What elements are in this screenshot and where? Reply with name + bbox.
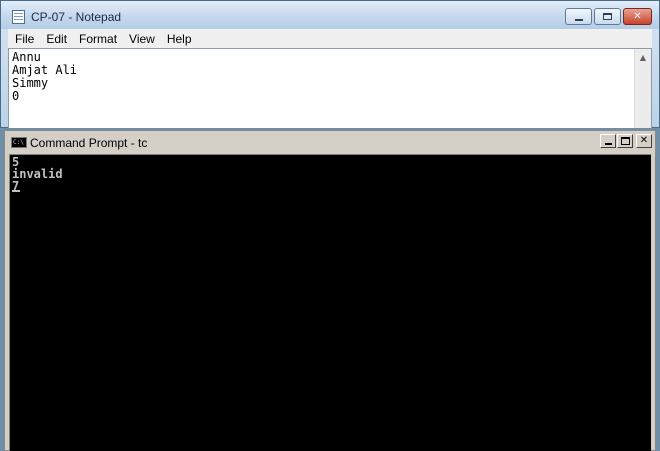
notepad-close-button[interactable]: ✕ <box>623 8 652 25</box>
content-line: Simmy <box>12 76 49 90</box>
cmd-window: C:\ Command Prompt - tc ✕ 5 invalid 7 <box>4 130 656 451</box>
menu-file[interactable]: File <box>8 32 40 46</box>
cmd-maximize-button[interactable] <box>617 134 633 148</box>
menu-edit[interactable]: Edit <box>40 32 73 46</box>
scroll-up-arrow-icon[interactable]: ▲ <box>635 49 651 66</box>
notepad-menubar: File Edit Format View Help <box>8 29 652 48</box>
maximize-icon <box>620 137 630 145</box>
close-icon: ✕ <box>633 10 642 22</box>
notepad-title: CP-07 - Notepad <box>31 10 122 24</box>
notepad-titlebar[interactable]: CP-07 - Notepad ✕ <box>1 1 659 29</box>
notepad-minimize-button[interactable] <box>565 8 592 25</box>
notepad-content: Annu Amjat Ali Simmy 0 <box>12 51 77 103</box>
cmd-console[interactable]: 5 invalid 7 <box>9 154 651 451</box>
notepad-window: CP-07 - Notepad ✕ File Edit Format View … <box>0 0 660 128</box>
menu-format[interactable]: Format <box>73 32 123 46</box>
close-icon: ✕ <box>639 135 649 146</box>
minimize-icon <box>574 18 583 21</box>
console-cursor <box>12 190 20 192</box>
notepad-icon <box>12 10 25 24</box>
cmd-titlebar[interactable]: C:\ Command Prompt - tc ✕ <box>5 131 655 153</box>
minimize-icon <box>604 143 612 145</box>
cmd-icon: C:\ <box>11 137 27 148</box>
maximize-icon <box>603 13 612 20</box>
content-line: 0 <box>12 89 20 103</box>
console-line: invalid <box>12 167 63 181</box>
menu-help[interactable]: Help <box>161 32 198 46</box>
notepad-window-controls: ✕ <box>565 8 652 25</box>
cmd-minimize-button[interactable] <box>600 134 616 148</box>
notepad-text-area[interactable]: Annu Amjat Ali Simmy 0 ▲ <box>8 48 652 128</box>
menu-view[interactable]: View <box>123 32 161 46</box>
notepad-maximize-button[interactable] <box>594 8 621 25</box>
cmd-close-button[interactable]: ✕ <box>636 134 652 148</box>
cmd-title: Command Prompt - tc <box>30 136 148 150</box>
notepad-vertical-scrollbar[interactable]: ▲ <box>634 49 651 128</box>
cmd-window-controls: ✕ <box>600 134 652 148</box>
